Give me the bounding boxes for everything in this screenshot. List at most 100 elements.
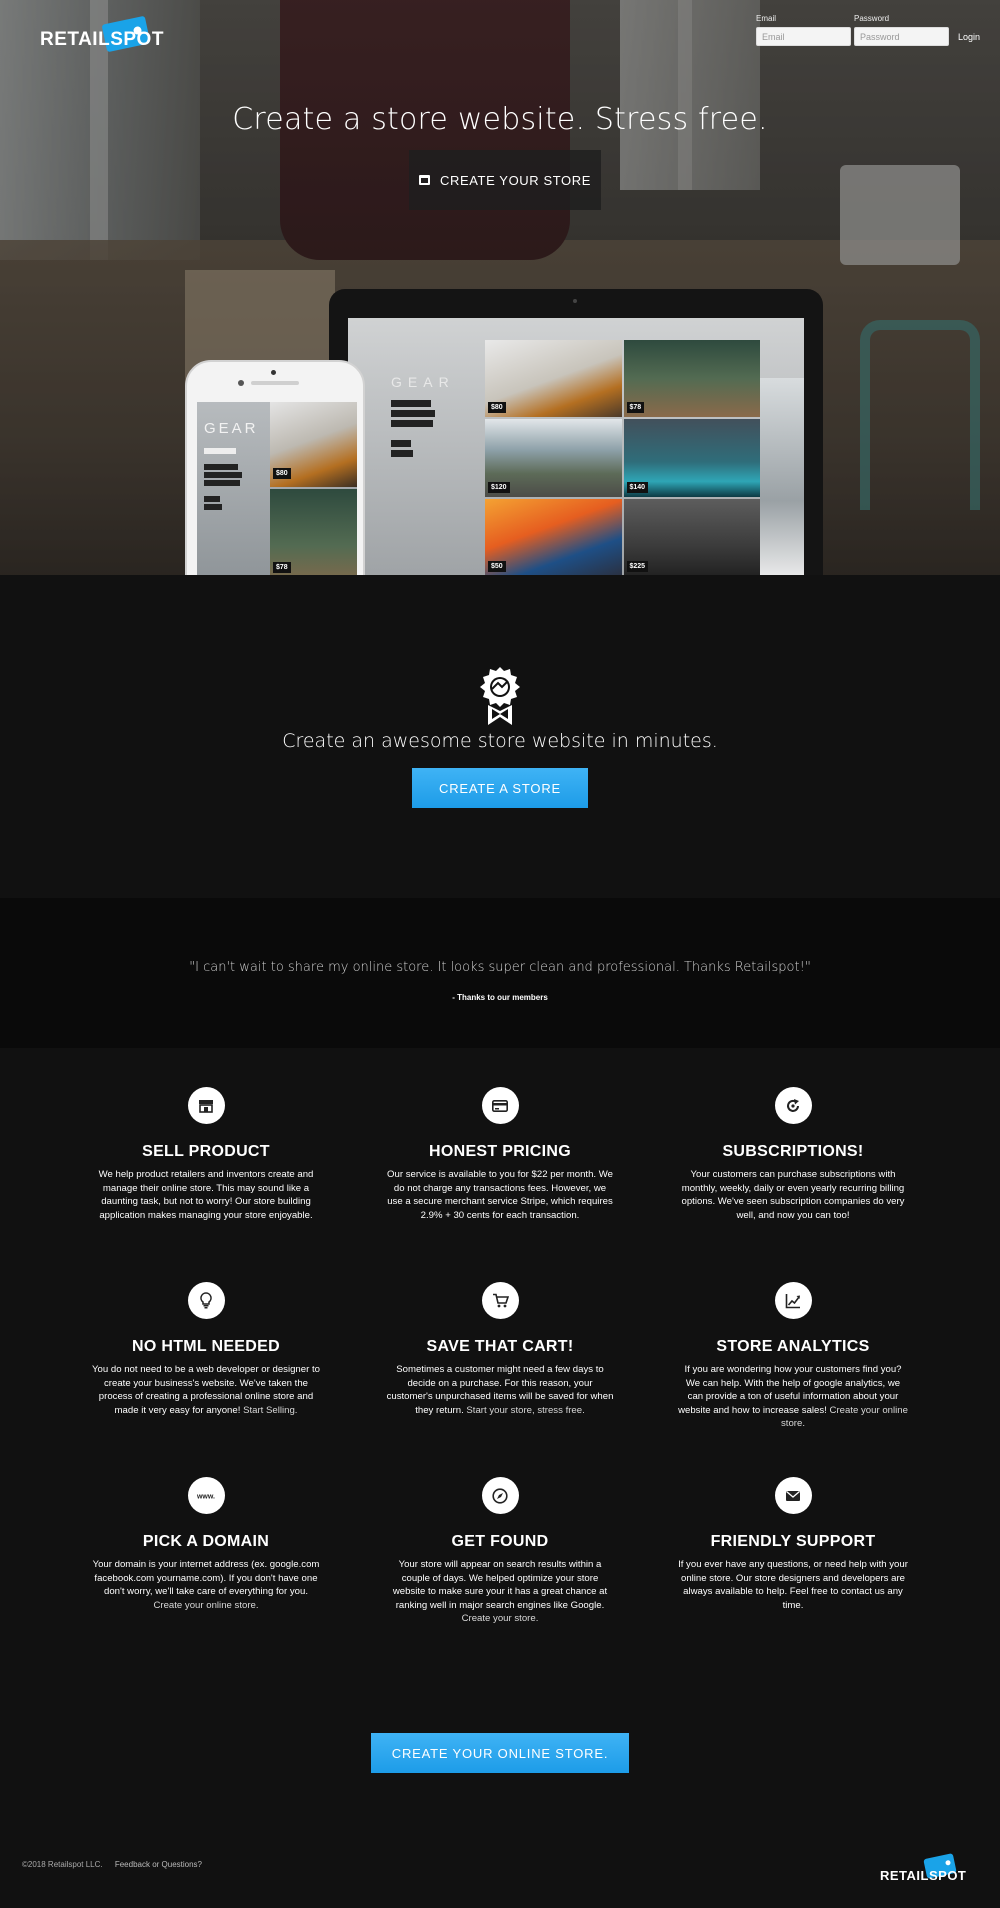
feature-card: SUBSCRIPTIONS! Your customers can purcha…: [678, 1087, 908, 1222]
mockup-price: $78: [273, 562, 291, 573]
feature-title: FRIENDLY SUPPORT: [710, 1533, 876, 1550]
phone-mockup: GEAR $80 $78: [185, 360, 365, 575]
credit-card-icon: [492, 1099, 508, 1112]
cart-icon: [492, 1293, 509, 1308]
award-ribbon-icon: [480, 667, 520, 725]
mockup-menu-item: [391, 400, 431, 407]
mockup-site-title: GEAR: [391, 374, 455, 390]
mockup-price: $80: [488, 402, 506, 414]
storefront-icon: [199, 1099, 213, 1113]
feature-text: If you are wondering how your customers …: [678, 1364, 908, 1429]
feature-link[interactable]: Start your store, stress free.: [466, 1405, 584, 1416]
feature-title: GET FOUND: [451, 1533, 549, 1550]
mockup-price: $140: [626, 481, 649, 493]
password-field-group: Password: [854, 14, 949, 46]
svg-text:www.: www.: [196, 1493, 215, 1500]
create-your-online-store-button[interactable]: CREATE YOUR ONLINE STORE.: [371, 1733, 629, 1773]
footer-brand-logo[interactable]: RETAILSPOT: [880, 1853, 967, 1889]
mockup-menu-item: [204, 480, 240, 486]
feature-card: SELL PRODUCT We help product retailers a…: [91, 1087, 321, 1222]
mockup-menu-item: [204, 448, 236, 454]
hero-section: RETAILSPOT Email Password Login Create a…: [0, 0, 1000, 575]
password-label: Password: [854, 14, 890, 23]
monitor-screen: GEAR $80 $78 $120 $140 $50 $225: [348, 318, 804, 575]
feature-title: NO HTML NEEDED: [132, 1338, 280, 1355]
email-input[interactable]: [756, 27, 851, 46]
feature-title: SAVE THAT CART!: [426, 1338, 574, 1355]
feature-card: FRIENDLY SUPPORT If you ever have any qu…: [678, 1477, 908, 1612]
mockup-menu-item: [391, 440, 411, 447]
testimonial-attribution: - Thanks to our members: [452, 993, 548, 1002]
feature-title: HONEST PRICING: [429, 1143, 571, 1160]
feedback-link[interactable]: Feedback or Questions?: [115, 1860, 202, 1869]
mockup-price: $50: [488, 561, 506, 572]
feature-text: Your customers can purchase subscription…: [681, 1169, 905, 1221]
chart-icon: [785, 1293, 800, 1308]
feature-link[interactable]: Create your online store.: [153, 1600, 258, 1611]
mockup-price: $78: [626, 402, 645, 414]
login-form: Email Password Login: [756, 14, 980, 46]
www-icon: www.: [196, 1493, 215, 1500]
mockup-site-title: GEAR: [204, 420, 259, 437]
mockup-product-tile: $225: [623, 498, 760, 575]
testimonial-quote: "I can't wait to share my online store. …: [189, 960, 811, 975]
phone-screen: GEAR $80 $78: [197, 402, 357, 575]
envelope-icon: [786, 1490, 800, 1501]
compass-icon: [492, 1487, 508, 1504]
mockup-menu-item: [204, 504, 222, 510]
feature-text: Sometimes a customer might need a few da…: [386, 1364, 614, 1416]
feature-card: STORE ANALYTICS If you are wondering how…: [678, 1282, 908, 1431]
feature-title: SUBSCRIPTIONS!: [722, 1143, 864, 1160]
footer: ©2018 Retailspot LLC. Feedback or Questi…: [22, 1860, 202, 1869]
footer-copyright: ©2018 Retailspot LLC.: [22, 1860, 103, 1869]
brand-logo[interactable]: RETAILSPOT: [40, 15, 164, 54]
lightbulb-icon: [200, 1292, 212, 1309]
mockup-menu-item: [204, 464, 238, 470]
feature-text: Your domain is your internet address (ex…: [92, 1559, 320, 1611]
feature-card: SAVE THAT CART! Sometimes a customer mig…: [385, 1282, 615, 1417]
feature-title: SELL PRODUCT: [142, 1143, 270, 1160]
feature-text: Your store will appear on search results…: [392, 1559, 608, 1624]
mockup-product-tile: $50: [485, 498, 622, 575]
mockup-product-tile: $80: [485, 340, 622, 418]
mockup-price: $225: [626, 561, 649, 572]
create-a-store-button[interactable]: CREATE A STORE: [412, 768, 588, 808]
feature-text: If you ever have any questions, or need …: [678, 1559, 908, 1611]
intro-title: Create an awesome store website in minut…: [282, 730, 718, 752]
mockup-price: $80: [273, 468, 291, 479]
mockup-menu-item: [391, 450, 413, 457]
email-label: Email: [756, 14, 777, 23]
feature-link[interactable]: Start Selling.: [243, 1405, 297, 1416]
mockup-product-tile: $78: [623, 340, 760, 418]
email-field-group: Email: [756, 14, 851, 46]
feature-text: We help product retailers and inventors …: [98, 1169, 314, 1221]
feature-text: You do not need to be a web developer or…: [92, 1364, 320, 1416]
feature-link[interactable]: Create your store.: [462, 1613, 539, 1624]
login-button[interactable]: Login: [958, 27, 980, 46]
feature-card: www. PICK A DOMAIN Your domain is your i…: [91, 1477, 321, 1612]
feature-text: Our service is available to you for $22 …: [387, 1169, 613, 1221]
mockup-product-grid: $80 $78 $120 $140 $50 $225: [485, 340, 760, 575]
monitor-mockup: GEAR $80 $78 $120 $140 $50 $225: [329, 289, 823, 575]
store-icon: [418, 175, 430, 185]
footer-brand-name: RETAILSPOT: [880, 1867, 967, 1883]
mockup-product-tile: $140: [623, 419, 760, 497]
feature-card: NO HTML NEEDED You do not need to be a w…: [91, 1282, 321, 1417]
features-section: SELL PRODUCT We help product retailers a…: [0, 1048, 1000, 1908]
mockup-price: $120: [488, 481, 510, 493]
feature-card: HONEST PRICING Our service is available …: [385, 1087, 615, 1222]
create-your-store-label: CREATE YOUR STORE: [439, 172, 592, 188]
mockup-menu-item: [204, 472, 242, 478]
mockup-menu-item: [391, 410, 435, 417]
create-your-store-button[interactable]: CREATE YOUR STORE: [409, 150, 601, 210]
feature-title: PICK A DOMAIN: [142, 1533, 270, 1550]
mockup-menu-item: [391, 420, 433, 427]
mockup-product-tile: $120: [485, 419, 622, 497]
testimonial-section: "I can't wait to share my online store. …: [0, 898, 1000, 1048]
intro-section: Create an awesome store website in minut…: [0, 575, 1000, 898]
feature-card: GET FOUND Your store will appear on sear…: [385, 1477, 615, 1626]
password-input[interactable]: [854, 27, 949, 46]
feature-title: STORE ANALYTICS: [716, 1338, 870, 1355]
mockup-menu-item: [204, 496, 220, 502]
brand-name: RETAILSPOT: [40, 29, 164, 50]
